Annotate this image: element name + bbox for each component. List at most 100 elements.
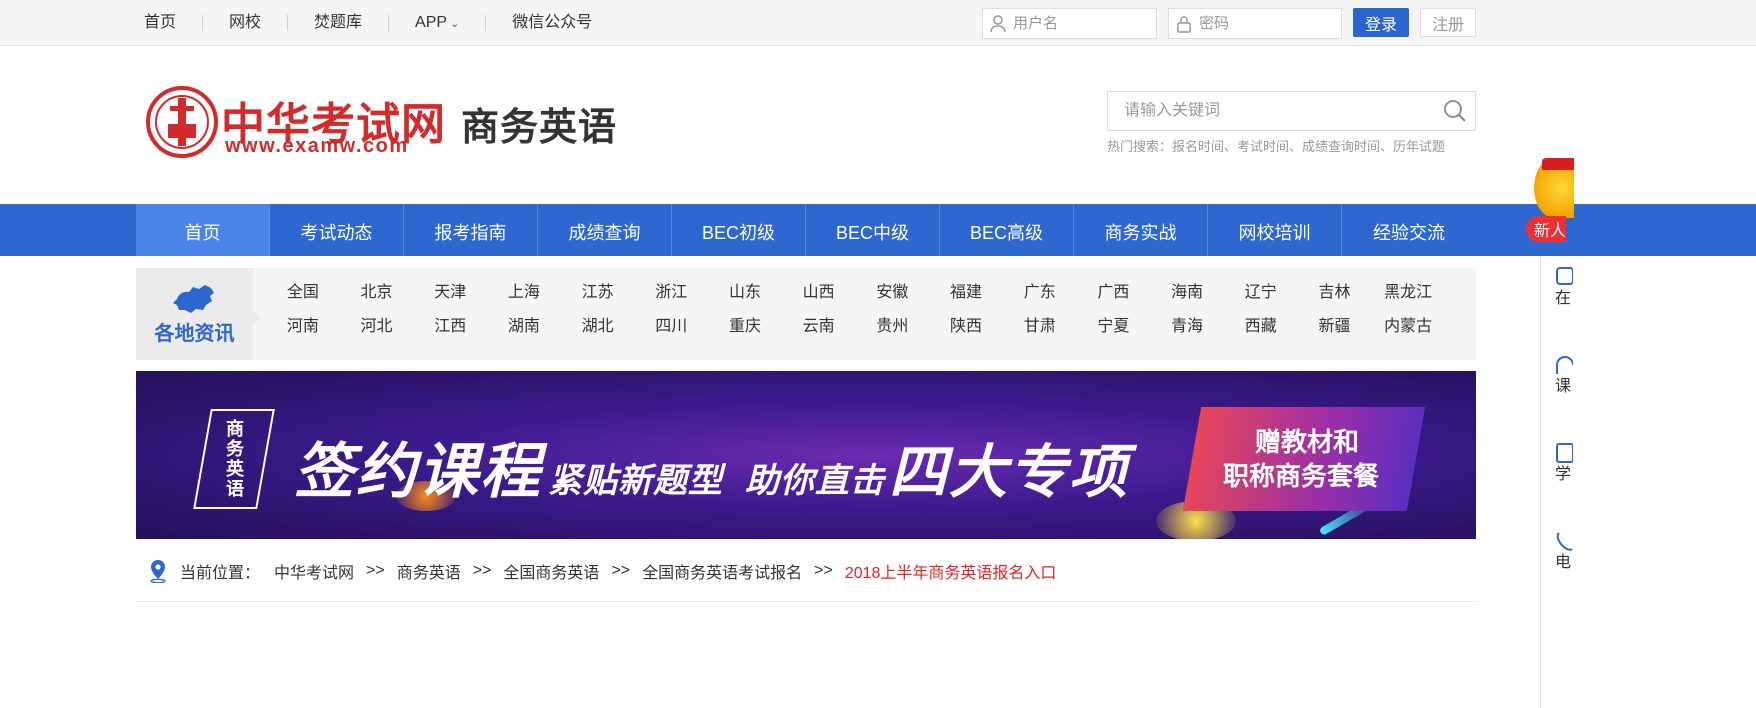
region-link[interactable]: 福建: [929, 282, 1003, 304]
nav-item-bec-vantage[interactable]: BEC中级: [806, 204, 940, 256]
sidebar-item-phone[interactable]: 电话咨询: [1555, 530, 1575, 573]
banner-headline-4: 四大专项: [889, 440, 1130, 505]
top-link-wechat[interactable]: 微信公众号: [485, 15, 618, 31]
banner-tag: 商务英语: [193, 409, 275, 509]
logo-emblem-icon: [146, 86, 218, 158]
logo-url: www.examw.com: [225, 135, 409, 157]
region-link[interactable]: 江苏: [561, 282, 635, 304]
main-nav: 首页 考试动态 报考指南 成绩查询 BEC初级 BEC中级 BEC高级 商务实战…: [0, 204, 1756, 256]
banner-tag-text: 商务英语: [224, 419, 244, 499]
breadcrumb-label: 当前位置：: [180, 565, 261, 582]
top-link-question-bank[interactable]: 焚题库: [287, 15, 388, 31]
banner-headline: 签约课程 紧贴新题型 助你直击 四大专项: [294, 423, 1129, 510]
breadcrumb: 当前位置： 中华考试网 >> 商务英语 >> 全国商务英语 >> 全国商务英语考…: [148, 558, 1056, 584]
nav-item-home[interactable]: 首页: [136, 204, 270, 256]
region-link[interactable]: 河北: [340, 316, 414, 338]
lock-icon: [1169, 15, 1199, 33]
region-link[interactable]: 青海: [1150, 316, 1224, 338]
region-link[interactable]: 浙江: [634, 282, 708, 304]
region-link[interactable]: 陕西: [929, 316, 1003, 338]
top-links: 首页 网校 焚题库 APP ⌄ 微信公众号: [144, 0, 618, 46]
top-link-app[interactable]: APP ⌄: [388, 13, 485, 32]
nav-item-bec-higher[interactable]: BEC高级: [940, 204, 1074, 256]
gift-coin-icon[interactable]: [1534, 158, 1574, 218]
region-link[interactable]: 宁夏: [1077, 316, 1151, 338]
banner-headline-1: 签约课程: [294, 438, 542, 505]
region-link[interactable]: 吉林: [1298, 282, 1372, 304]
search-icon[interactable]: [1435, 92, 1475, 130]
region-link[interactable]: 山西: [782, 282, 856, 304]
region-link[interactable]: 天津: [413, 282, 487, 304]
breadcrumb-item[interactable]: 全国商务英语: [503, 559, 599, 583]
breadcrumb-separator: >>: [472, 562, 492, 579]
region-link[interactable]: 湖南: [487, 316, 561, 338]
banner-headline-3: 助你直击: [745, 462, 885, 500]
sidebar-item-online-consult[interactable]: 在线咨询: [1555, 266, 1575, 309]
nav-item-exam-news[interactable]: 考试动态: [270, 204, 404, 256]
region-link[interactable]: 江西: [413, 316, 487, 338]
region-link[interactable]: 云南: [782, 316, 856, 338]
breadcrumb-item[interactable]: 全国商务英语考试报名: [642, 559, 802, 583]
region-label: 各地资讯: [136, 268, 260, 360]
region-link[interactable]: 重庆: [708, 316, 782, 338]
region-link[interactable]: 湖北: [561, 316, 635, 338]
region-link[interactable]: 贵州: [856, 316, 930, 338]
breadcrumb-current[interactable]: 2018上半年商务英语报名入口: [845, 559, 1057, 583]
divider: [136, 601, 1476, 602]
floating-sidebar: 在线咨询 课程试听 学员服务 电话咨询: [1540, 256, 1573, 708]
password-input[interactable]: [1199, 15, 1329, 32]
nav-item-business-practice[interactable]: 商务实战: [1074, 204, 1208, 256]
promo-banner[interactable]: 商务英语 签约课程 紧贴新题型 助你直击 四大专项 赠教材和 职称商务套餐: [136, 371, 1476, 539]
top-link-app-label: APP: [415, 13, 448, 31]
sidebar-item-student-service[interactable]: 学员服务: [1555, 442, 1575, 485]
nav-item-online-training[interactable]: 网校培训: [1208, 204, 1342, 256]
breadcrumb-separator: >>: [814, 562, 833, 579]
region-link[interactable]: 广东: [1003, 282, 1077, 304]
region-link[interactable]: 新疆: [1298, 316, 1372, 338]
region-link[interactable]: 辽宁: [1224, 282, 1298, 304]
region-link[interactable]: 西藏: [1224, 316, 1298, 338]
region-link[interactable]: 内蒙古: [1371, 316, 1445, 338]
user-icon: [983, 14, 1013, 33]
username-input[interactable]: [1013, 15, 1143, 32]
region-link[interactable]: 黑龙江: [1371, 282, 1445, 304]
user-service-icon: [1556, 443, 1573, 463]
banner-offer-line-2: 职称商务套餐: [1222, 461, 1380, 491]
password-field-wrapper: [1168, 8, 1342, 39]
region-link[interactable]: 甘肃: [1003, 316, 1077, 338]
breadcrumb-separator: >>: [611, 562, 631, 579]
nav-item-bec-preliminary[interactable]: BEC初级: [672, 204, 806, 256]
top-bar: 首页 网校 焚题库 APP⌄ 微信公众号 登录 注册: [0, 0, 1756, 46]
region-link[interactable]: 全国: [266, 282, 340, 304]
nav-item-experience[interactable]: 经验交流: [1342, 204, 1476, 256]
register-button[interactable]: 注册: [1420, 8, 1476, 37]
region-link[interactable]: 海南: [1150, 282, 1224, 304]
region-link[interactable]: 山东: [708, 282, 782, 304]
top-link-school[interactable]: 网校: [202, 15, 287, 31]
newbie-button[interactable]: 新人: [1526, 216, 1566, 242]
hot-search: 热门搜索：报名时间、考试时间、成绩查询时间、历年试题: [1107, 139, 1446, 154]
top-link-home[interactable]: 首页: [144, 15, 202, 31]
search-input[interactable]: [1108, 102, 1435, 120]
sidebar-item-trial-class[interactable]: 课程试听: [1555, 354, 1575, 397]
region-link[interactable]: 上海: [487, 282, 561, 304]
breadcrumb-separator: >>: [366, 562, 385, 579]
breadcrumb-item[interactable]: 商务英语: [397, 559, 461, 583]
location-pin-icon: [148, 559, 168, 583]
banner-headline-2: 紧贴新题型: [548, 462, 723, 500]
page-title: 商务英语: [461, 107, 618, 149]
region-link[interactable]: 河南: [266, 316, 340, 338]
site-logo[interactable]: 中华考试网 www.examw.com: [146, 84, 445, 160]
nav-item-scores[interactable]: 成绩查询: [538, 204, 672, 256]
region-link[interactable]: 安徽: [856, 282, 930, 304]
login-button[interactable]: 登录: [1353, 8, 1409, 37]
chevron-down-icon: ⌄: [450, 17, 460, 30]
chat-icon: [1556, 267, 1573, 285]
sidebar-item-label: 在线咨询: [1555, 290, 1571, 307]
region-link[interactable]: 广西: [1077, 282, 1151, 304]
nav-item-guide[interactable]: 报考指南: [404, 204, 538, 256]
headphone-icon: [1556, 356, 1573, 374]
region-link[interactable]: 北京: [340, 282, 414, 304]
region-link[interactable]: 四川: [634, 316, 708, 338]
breadcrumb-item[interactable]: 中华考试网: [274, 559, 354, 583]
